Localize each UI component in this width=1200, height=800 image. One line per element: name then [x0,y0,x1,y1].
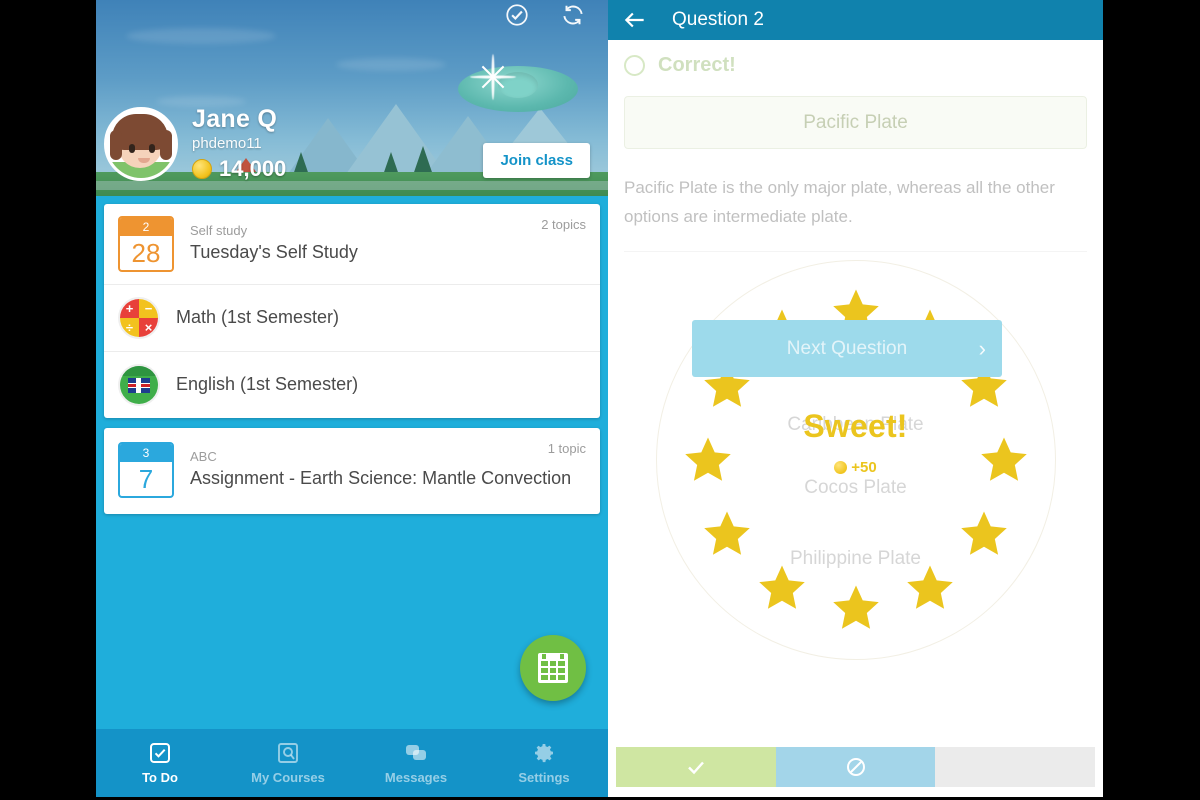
todo-card-list: 2 28 Self study Tuesday's Self Study 2 t… [96,196,608,514]
selected-answer-option[interactable]: Pacific Plate [624,96,1087,149]
list-item-body: Self study Tuesday's Self Study [190,223,586,265]
star-icon [704,511,751,555]
bottom-tab-bar: To Do My Courses Messages Settings [96,729,608,797]
calendar-day: 7 [138,464,154,494]
card-assignment: 3 7 ABC Assignment - Earth Science: Mant… [104,428,600,514]
english-flag-icon [118,364,160,406]
tab-to-do[interactable]: To Do [96,729,224,797]
screenshot-root: Jane Q phdemo11 14,000 Join class 2 28 S… [0,0,1200,800]
sync-icon[interactable] [560,2,586,28]
user-display-name: Jane Q [192,105,278,133]
avatar-hair-right [160,129,172,160]
tab-label: My Courses [251,770,325,785]
back-arrow-icon[interactable] [622,7,648,33]
profile-hero: Jane Q phdemo11 14,000 Join class [96,0,608,196]
question-body: Correct! Pacific Plate Pacific Plate is … [608,40,1103,737]
tab-label: Messages [384,770,448,785]
progress-segment-current[interactable] [775,747,936,787]
list-item-title: Math (1st Semester) [176,307,340,328]
star-icon [906,565,953,609]
chevron-right-icon: › [978,335,986,361]
coin-icon [834,461,848,474]
avatar-eye [129,143,135,153]
list-item-body: Math (1st Semester) [176,306,586,330]
hero-action-icons [504,2,586,28]
calendar-icon [538,653,568,683]
list-item-math[interactable]: + − ÷ × Math (1st Semester) [104,284,600,351]
tab-messages[interactable]: Messages [352,729,480,797]
tab-settings[interactable]: Settings [480,729,608,797]
status-badge: Correct! [658,54,736,76]
sparkle-icon [468,52,518,102]
checkbox-icon [150,743,170,763]
avatar-hair-left [110,129,122,160]
courses-icon [278,743,298,763]
cloud [336,58,446,71]
right-phone-panel: Question 2 Correct! Pacific Plate Pacifi… [608,0,1103,797]
ufo-decoration [458,52,578,114]
next-question-label: Next Question [786,337,908,359]
reward-message: Sweet! +50 [726,408,986,476]
progress-segment-todo[interactable] [935,747,1096,787]
selected-answer-label: Pacific Plate [803,111,908,133]
user-profile[interactable]: Jane Q phdemo11 14,000 [104,105,286,182]
check-circle-icon[interactable] [504,2,530,28]
avatar-eye [149,143,155,153]
quiz-progress-bar [608,737,1103,797]
list-item-title: Tuesday's Self Study [190,242,358,263]
math-icon: + − ÷ × [118,297,160,339]
list-item-title: English (1st Semester) [176,374,359,395]
card-self-study: 2 28 Self study Tuesday's Self Study 2 t… [104,204,600,418]
calendar-fab-button[interactable] [520,635,586,701]
reward-title: Sweet! [803,408,908,444]
tab-label: To Do [142,770,178,785]
coin-amount: 14,000 [219,156,287,181]
left-phone-panel: Jane Q phdemo11 14,000 Join class 2 28 S… [96,0,608,797]
avatar-mouth [138,157,150,163]
cloud [126,28,276,44]
topic-count: 1 topic [547,441,586,456]
calendar-day: 28 [131,238,161,268]
list-item-subtitle: Self study [190,223,248,239]
star-icon [758,565,805,609]
calendar-month: 2 [120,218,172,236]
list-item-body: ABC Assignment - Earth Science: Mantle C… [190,449,586,491]
target-icon [846,758,865,776]
list-item[interactable]: 3 7 ABC Assignment - Earth Science: Mant… [104,428,600,514]
road [96,181,608,190]
avatar [104,106,178,181]
topic-count: 2 topics [541,217,586,232]
calendar-badge: 2 28 [118,216,174,272]
messages-icon [406,745,426,760]
reward-points: +50 [851,459,877,476]
coin-icon [192,159,212,179]
star-icon [960,511,1007,555]
join-class-button[interactable]: Join class [483,143,590,178]
coin-balance: 14,000 [192,156,286,182]
list-item-title: Assignment - Earth Science: Mantle Conve… [190,468,572,489]
star-icon [832,585,879,629]
list-item-english[interactable]: English (1st Semester) [104,351,600,418]
calendar-badge: 3 7 [118,442,174,498]
status-circle-icon [624,55,645,76]
list-item-body: English (1st Semester) [176,373,586,397]
tab-label: Settings [518,770,570,785]
tab-my-courses[interactable]: My Courses [224,729,352,797]
calendar-month: 3 [120,444,172,462]
explanation-text: Pacific Plate is the only major plate, w… [624,173,1087,253]
profile-info: Jane Q phdemo11 14,000 [192,105,286,182]
progress-segment-done[interactable] [616,747,776,787]
reward-points-row: +50 [726,459,986,476]
page-title: Question 2 [672,9,764,30]
feedback-status: Correct! [624,54,1087,77]
gear-icon [535,744,553,763]
next-question-button[interactable]: Next Question › [692,320,1002,377]
username: phdemo11 [192,135,262,152]
check-icon [687,761,704,775]
list-item[interactable]: 2 28 Self study Tuesday's Self Study 2 t… [104,204,600,284]
question-header: Question 2 [608,0,1103,40]
list-item-subtitle: ABC [190,449,217,465]
